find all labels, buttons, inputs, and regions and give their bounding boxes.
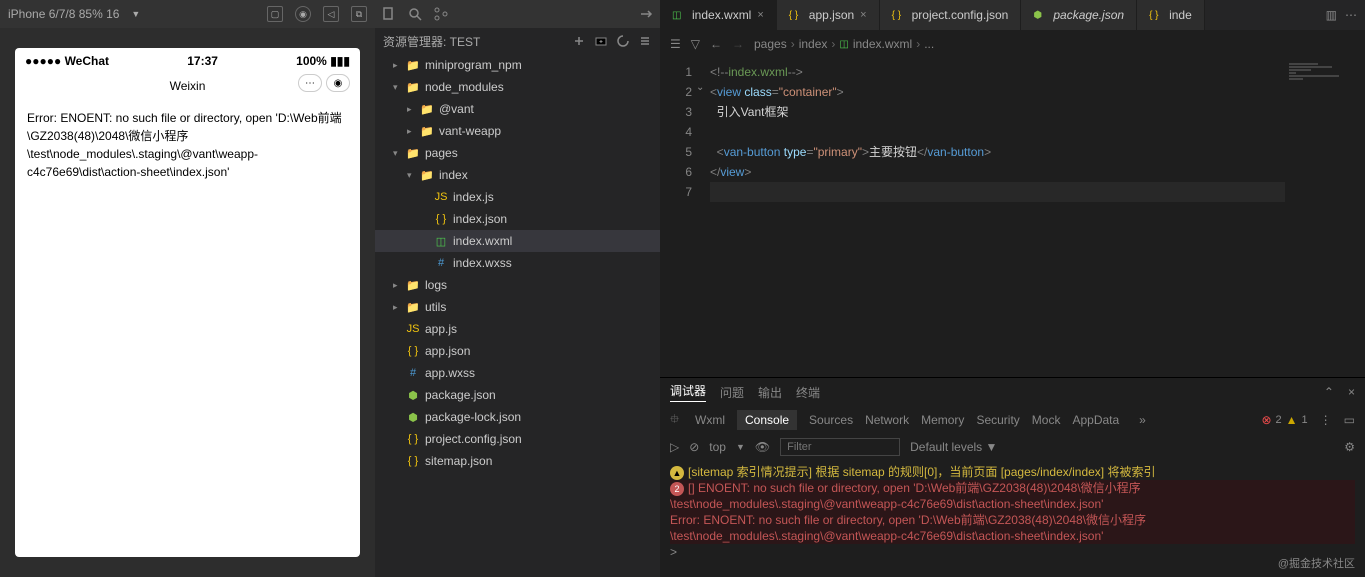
terminal-subtabs: ⯐ Wxml Console Sources Network Memory Securit…	[660, 406, 1365, 434]
error-message: Error: ENOENT: no such file or directory…	[15, 97, 360, 193]
devtools-tab[interactable]: Mock	[1032, 413, 1061, 427]
devtools-tab[interactable]: Network	[865, 413, 909, 427]
refresh-icon[interactable]	[616, 34, 630, 48]
tree-item[interactable]: ▸📁logs	[375, 274, 660, 296]
tree-item[interactable]: JSapp.js	[375, 318, 660, 340]
filter-input[interactable]	[780, 438, 900, 456]
editor-tab[interactable]: { }app.json×	[777, 0, 880, 30]
panel-iconbar	[375, 0, 660, 28]
tree-item[interactable]: ⬢package.json	[375, 384, 660, 406]
terminal-tab[interactable]: 终端	[796, 384, 820, 401]
target-icon[interactable]: ◉	[326, 74, 350, 92]
popup-icon[interactable]: ⧉	[351, 6, 367, 22]
terminal-panel: 调试器问题输出终端 ⌃ × ⯐ Wxml Console Sources Networ…	[660, 377, 1365, 577]
eye-icon[interactable]: 👁	[755, 440, 770, 454]
main-area: ◫index.wxml×{ }app.json×{ }project.confi…	[660, 0, 1365, 577]
gear-icon[interactable]: ⚙	[1344, 440, 1355, 454]
clear-icon[interactable]: ⊘	[689, 440, 699, 454]
nav-back-icon[interactable]: ←	[710, 37, 722, 51]
tree-item[interactable]: ▾📁pages	[375, 142, 660, 164]
tree-item[interactable]: ▸📁utils	[375, 296, 660, 318]
file-tree[interactable]: ▸📁miniprogram_npm▾📁node_modules▸📁@vant▸📁…	[375, 54, 660, 577]
files-icon[interactable]	[381, 6, 397, 22]
editor-tab[interactable]: { }project.config.json	[880, 0, 1022, 30]
bookmark-icon[interactable]: ▽	[691, 37, 700, 51]
dock-icon[interactable]: ⋮	[1320, 413, 1332, 427]
explorer-panel: 资源管理器: TEST ▸📁miniprogram_npm▾📁node_modu…	[375, 0, 660, 577]
tree-item[interactable]: ▸📁@vant	[375, 98, 660, 120]
editor-tab[interactable]: ⬢package.json	[1021, 0, 1137, 30]
breadcrumb[interactable]: pages›index›◫index.wxml›...	[754, 37, 934, 51]
tree-item[interactable]: ▾📁node_modules	[375, 76, 660, 98]
device-label[interactable]: iPhone 6/7/8 85% 16	[8, 7, 119, 21]
devtools-tab[interactable]: AppData	[1072, 413, 1119, 427]
fold-icon[interactable]: ⌄	[696, 82, 704, 93]
levels-select[interactable]: Default levels ▼	[910, 440, 997, 454]
copyright: @掘金技术社区	[1278, 555, 1355, 571]
tree-item[interactable]: JSindex.js	[375, 186, 660, 208]
phone-status-bar: ●●●●● WeChat 17:37 100% ▮▮▮	[15, 48, 360, 74]
rotate-icon[interactable]: ▢	[267, 6, 283, 22]
nav-fwd-icon[interactable]: →	[732, 37, 744, 51]
panel-icon[interactable]: ▭	[1344, 413, 1355, 427]
tree-item[interactable]: { }app.json	[375, 340, 660, 362]
inspect-icon[interactable]: ⯐	[670, 410, 679, 431]
context-select[interactable]: top	[709, 440, 726, 454]
editor-tabs: ◫index.wxml×{ }app.json×{ }project.confi…	[660, 0, 1365, 30]
explorer-header: 资源管理器: TEST	[375, 28, 660, 54]
close-icon[interactable]: ×	[1348, 385, 1355, 399]
search-icon[interactable]	[407, 6, 423, 22]
chevron-up-icon[interactable]: ⌃	[1324, 385, 1334, 399]
tree-item[interactable]: ▸📁vant-weapp	[375, 120, 660, 142]
play-icon[interactable]: ▷	[670, 440, 679, 454]
collapse-icon[interactable]	[638, 6, 654, 22]
terminal-tabs: 调试器问题输出终端 ⌃ ×	[660, 378, 1365, 406]
list-icon[interactable]: ☰	[670, 37, 681, 51]
simulator-toolbar: iPhone 6/7/8 85% 16▼ ▢ ◉ ◁ ⧉	[0, 0, 375, 28]
branch-icon[interactable]	[433, 6, 449, 22]
simulator-panel: iPhone 6/7/8 85% 16▼ ▢ ◉ ◁ ⧉ ●●●●● WeCha…	[0, 0, 375, 577]
tree-item[interactable]: { }sitemap.json	[375, 450, 660, 472]
tree-item[interactable]: ◫index.wxml	[375, 230, 660, 252]
tree-item[interactable]: { }index.json	[375, 208, 660, 230]
terminal-tab[interactable]: 调试器	[670, 382, 706, 402]
new-file-icon[interactable]	[572, 34, 586, 48]
phone-frame: ●●●●● WeChat 17:37 100% ▮▮▮ Weixin ⋯ ◉ E…	[15, 48, 360, 557]
editor-tab[interactable]: ◫index.wxml×	[660, 0, 777, 30]
tree-item[interactable]: { }project.config.json	[375, 428, 660, 450]
tree-item[interactable]: #index.wxss	[375, 252, 660, 274]
editor-toolbar: ☰ ▽ ← → pages›index›◫index.wxml›...	[660, 30, 1365, 58]
record-icon[interactable]: ◉	[295, 6, 311, 22]
tree-item[interactable]: ⬢package-lock.json	[375, 406, 660, 428]
console-output[interactable]: ▲[sitemap 索引情况提示] 根据 sitemap 的规则[0]，当前页面…	[660, 460, 1365, 577]
collapse-all-icon[interactable]	[638, 34, 652, 48]
split-icon[interactable]: ▥	[1326, 8, 1337, 22]
menu-icon[interactable]: ⋯	[298, 74, 322, 92]
tree-item[interactable]: ▸📁miniprogram_npm	[375, 54, 660, 76]
new-folder-icon[interactable]	[594, 34, 608, 48]
editor-tab[interactable]: { }inde	[1137, 0, 1205, 30]
code-editor[interactable]: ⌄ 1234567 <!--index.wxml--><view class="…	[660, 58, 1365, 377]
tree-item[interactable]: ▾📁index	[375, 164, 660, 186]
terminal-tab[interactable]: 问题	[720, 384, 744, 401]
terminal-tab[interactable]: 输出	[758, 384, 782, 401]
more-icon[interactable]: ⋯	[1345, 8, 1357, 22]
phone-title: Weixin ⋯ ◉	[15, 74, 360, 97]
devtools-tab[interactable]: Console	[737, 410, 797, 430]
minimap[interactable]	[1285, 58, 1365, 377]
devtools-tab[interactable]: Wxml	[695, 413, 725, 427]
devtools-tab[interactable]: Memory	[921, 413, 964, 427]
devtools-tab[interactable]: Security	[976, 413, 1019, 427]
console-controls: ▷ ⊘ top▼ 👁 Default levels ▼ ⚙	[660, 434, 1365, 460]
devtools-tab[interactable]: Sources	[809, 413, 853, 427]
back-icon[interactable]: ◁	[323, 6, 339, 22]
tree-item[interactable]: #app.wxss	[375, 362, 660, 384]
